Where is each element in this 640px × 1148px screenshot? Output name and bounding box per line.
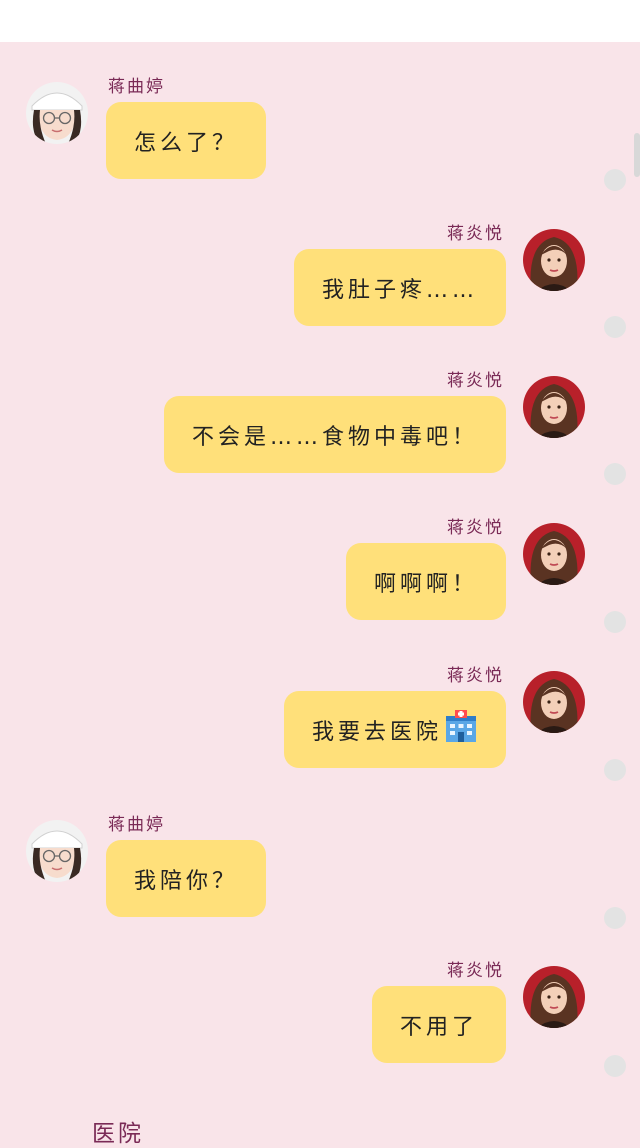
message-text: 怎么了？	[134, 130, 239, 156]
message-bubble[interactable]: 我要去医院	[283, 691, 506, 768]
avatar[interactable]	[523, 966, 585, 1028]
sender-name: 蒋炎悦	[447, 224, 504, 244]
sender-name: 蒋炎悦	[447, 371, 504, 391]
chat-area: 蒋曲婷 怎么了？ 蒋炎悦 我肚子疼…… 蒋炎悦 不会是……食物中毒吧！ 蒋炎悦 …	[0, 42, 640, 1138]
sender-name: 蒋炎悦	[447, 961, 504, 981]
message-bubble[interactable]: 不会是……食物中毒吧！	[163, 396, 506, 473]
select-dot[interactable]	[604, 463, 626, 485]
select-dot[interactable]	[604, 907, 626, 929]
message-text: 不会是……食物中毒吧！	[191, 424, 478, 450]
message-bubble[interactable]: 我陪你？	[106, 840, 267, 917]
sender-name: 蒋曲婷	[108, 815, 165, 835]
message-text: 我陪你？	[134, 868, 239, 894]
message-text: 啊啊啊！	[373, 571, 478, 597]
sender-name: 蒋炎悦	[447, 518, 504, 538]
avatar[interactable]	[26, 82, 88, 144]
message-bubble[interactable]: 怎么了？	[106, 102, 267, 179]
sender-name: 蒋炎悦	[447, 666, 504, 686]
select-dot[interactable]	[604, 1055, 626, 1077]
avatar[interactable]	[523, 376, 585, 438]
avatar[interactable]	[523, 523, 585, 585]
top-bar	[0, 0, 640, 42]
avatar[interactable]	[26, 820, 88, 882]
message-bubble[interactable]: 啊啊啊！	[345, 543, 506, 620]
message-text: 不用了	[399, 1014, 478, 1040]
sender-name: 蒋曲婷	[108, 77, 165, 97]
message-bubble[interactable]: 我肚子疼……	[293, 249, 506, 326]
message-text: 我要去医院	[311, 719, 442, 745]
select-dot[interactable]	[604, 759, 626, 781]
hospital-icon	[444, 709, 478, 750]
footer-text: 医院	[92, 1121, 144, 1147]
avatar[interactable]	[523, 671, 585, 733]
message-bubble[interactable]: 不用了	[371, 986, 506, 1063]
select-dot[interactable]	[604, 611, 626, 633]
select-dot[interactable]	[604, 169, 626, 191]
message-text: 我肚子疼……	[321, 277, 478, 303]
select-dot[interactable]	[604, 316, 626, 338]
avatar[interactable]	[523, 229, 585, 291]
